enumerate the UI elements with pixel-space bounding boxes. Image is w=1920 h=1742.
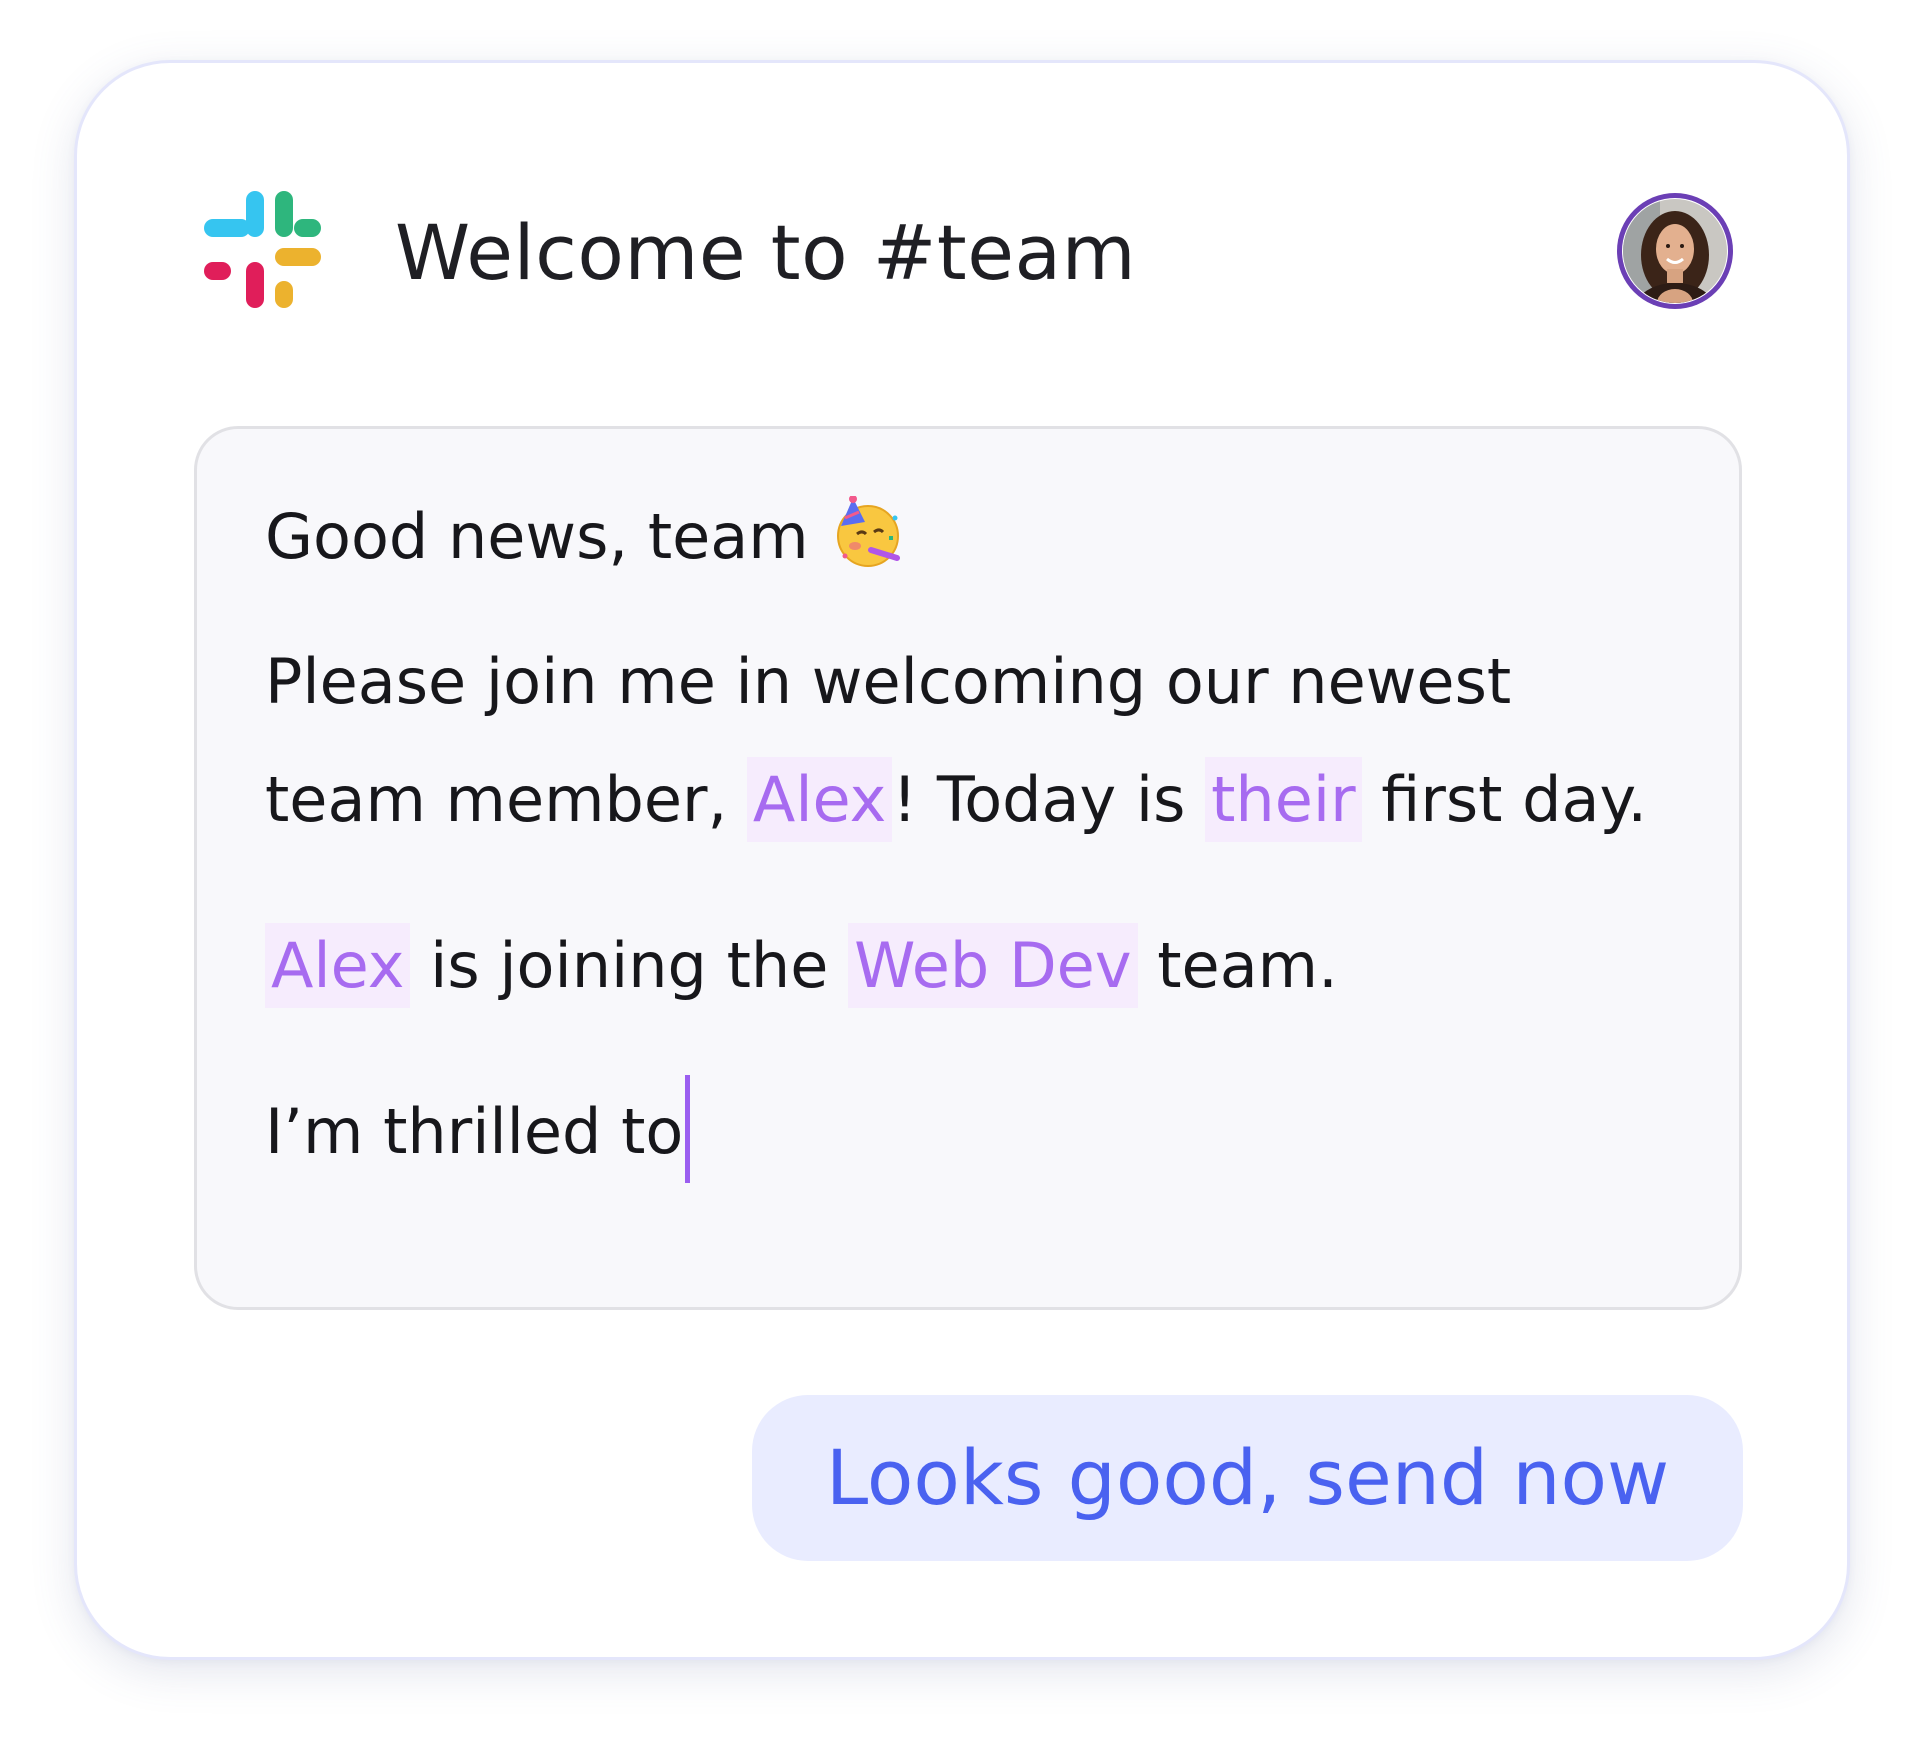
card-header: Welcome to #team	[77, 63, 1847, 313]
partying-face-emoji-icon	[836, 496, 900, 567]
name-variable-highlight[interactable]: Alex	[746, 757, 893, 842]
text-cursor	[685, 1075, 691, 1183]
welcome-paragraph: Please join me in welcoming our newest te…	[265, 623, 1705, 859]
welcome-line-1: Please join me in welcoming our newest	[265, 645, 1512, 718]
team-paragraph: Alex is joining the Web Dev team.	[265, 907, 1705, 1025]
send-now-button[interactable]: Looks good, send now	[752, 1395, 1743, 1561]
greeting-line: Good news, team	[265, 491, 1705, 583]
welcome-line-2a: team member,	[265, 763, 747, 836]
welcome-message-card: Welcome to #team Good news, team Please …	[74, 60, 1850, 1660]
team-line-a: is joining the	[410, 929, 849, 1002]
name-variable-highlight[interactable]: Alex	[265, 923, 411, 1008]
slack-logo-icon	[204, 191, 321, 308]
team-variable-highlight[interactable]: Web Dev	[848, 923, 1138, 1008]
message-editor[interactable]: Good news, team Please join me in welcom…	[194, 426, 1742, 1310]
team-line-b: team.	[1137, 929, 1338, 1002]
draft-text: I’m thrilled to	[265, 1095, 684, 1168]
message-text[interactable]: Good news, team Please join me in welcom…	[265, 491, 1705, 1239]
greeting-text: Good news, team	[265, 500, 809, 573]
pronoun-variable-highlight[interactable]: their	[1205, 757, 1362, 842]
welcome-line-2c: first day.	[1361, 763, 1648, 836]
channel-title: Welcome to #team	[395, 208, 1137, 297]
draft-line: I’m thrilled to	[265, 1073, 1705, 1191]
welcome-line-2b: ! Today is	[892, 763, 1206, 836]
user-avatar[interactable]	[1615, 191, 1735, 311]
